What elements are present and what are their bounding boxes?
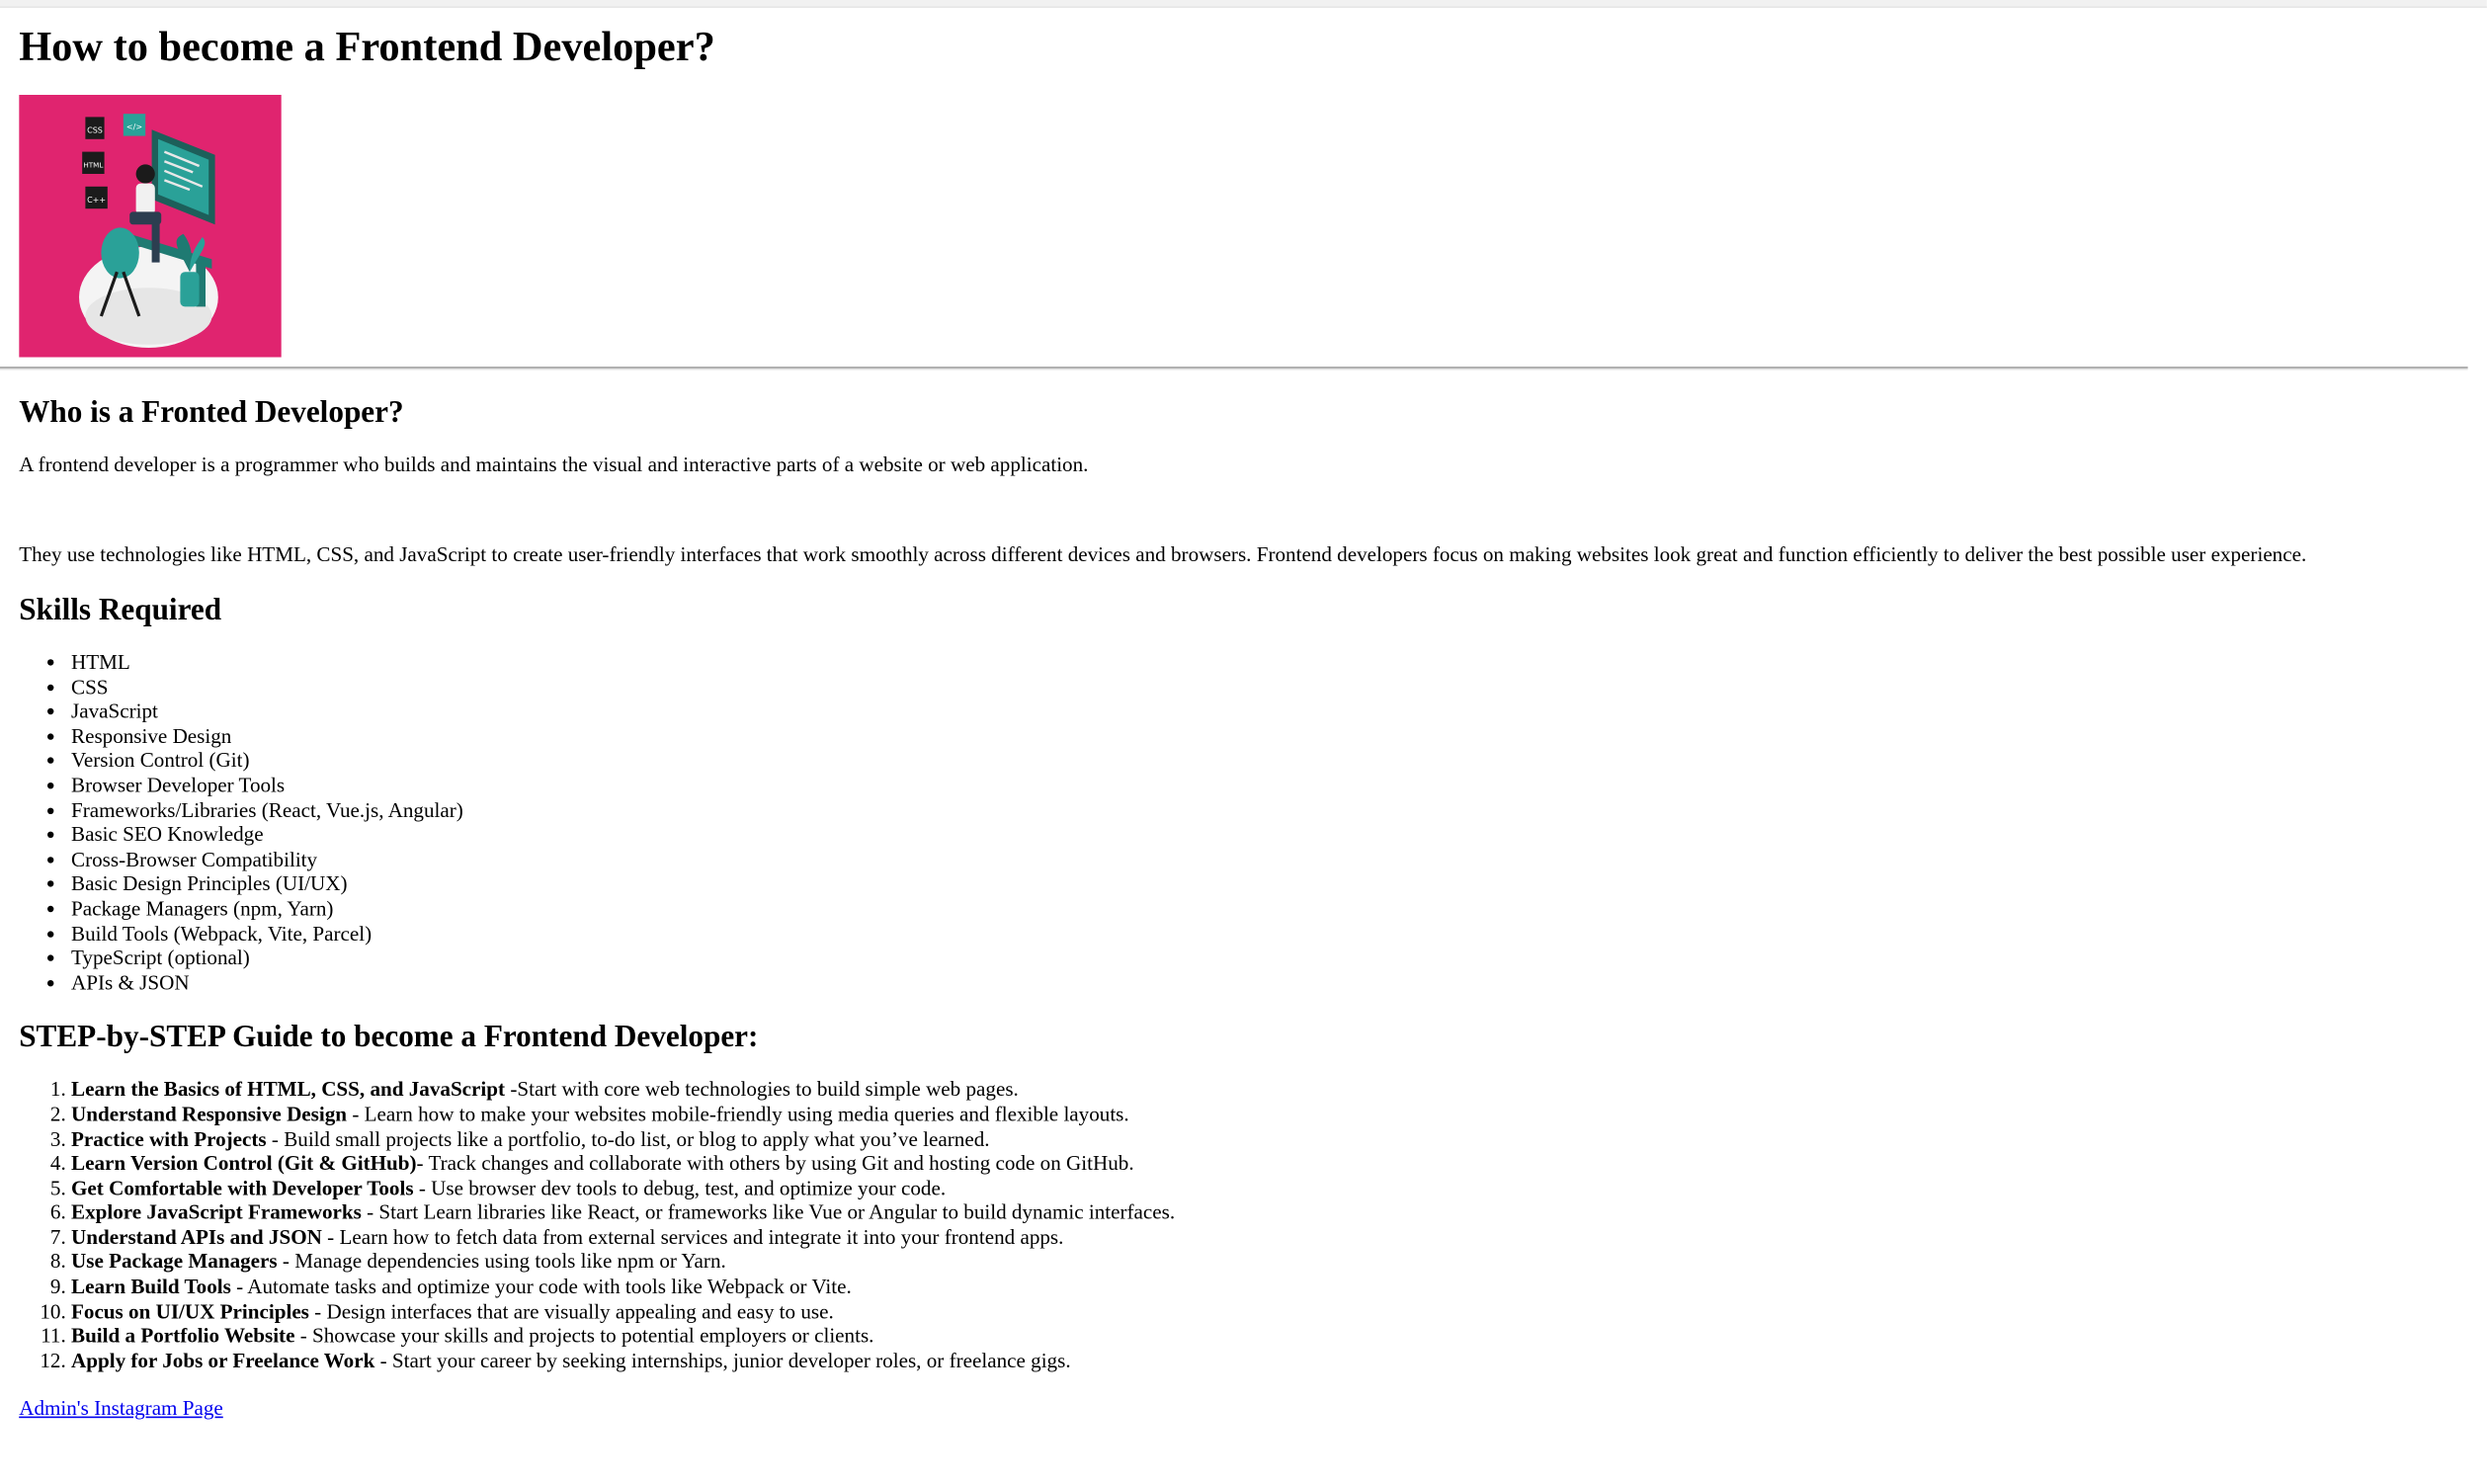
instagram-link[interactable]: Admin's Instagram Page — [19, 1397, 223, 1421]
step-text: - Design interfaces that are visually ap… — [308, 1298, 834, 1323]
page: How to become a Frontend Developer? CSS … — [0, 0, 2487, 1424]
code-badge-icon: </> — [123, 114, 146, 136]
step-text: -Start with core web technologies to bui… — [505, 1077, 1019, 1102]
step-title: Focus on UI/UX Principles — [71, 1298, 309, 1323]
guide-step: Apply for Jobs or Freelance Work - Start… — [71, 1349, 2487, 1373]
who-paragraph-2: They use technologies like HTML, CSS, an… — [19, 541, 2307, 566]
step-text: - Automate tasks and optimize your code … — [230, 1274, 852, 1298]
css-badge-icon: CSS — [85, 117, 105, 139]
step-title: Learn Version Control (Git & GitHub) — [71, 1150, 417, 1175]
skill-item: Frameworks/Libraries (React, Vue.js, Ang… — [71, 797, 2487, 822]
page-title: How to become a Frontend Developer? — [19, 22, 715, 70]
guide-step: Understand Responsive Design - Learn how… — [71, 1102, 2487, 1126]
step-title: Understand APIs and JSON — [71, 1224, 322, 1249]
step-title: Get Comfortable with Developer Tools — [71, 1175, 414, 1199]
step-text: - Manage dependencies using tools like n… — [277, 1249, 726, 1274]
step-title: Learn Build Tools — [71, 1274, 231, 1298]
step-title: Apply for Jobs or Freelance Work — [71, 1348, 375, 1372]
section-divider — [0, 367, 2468, 371]
skill-item: Responsive Design — [71, 723, 2487, 748]
frontend-developer-illustration-icon: CSS </> HTML C++ — [19, 95, 282, 358]
svg-text:HTML: HTML — [83, 161, 103, 170]
step-title: Explore JavaScript Frameworks — [71, 1199, 362, 1224]
step-text: - Learn how to fetch data from external … — [321, 1224, 1064, 1249]
guide-steps-list: Learn the Basics of HTML, CSS, and JavaS… — [19, 1077, 2487, 1372]
who-heading: Who is a Fronted Developer? — [19, 396, 404, 431]
step-text: - Start Learn libraries like React, or f… — [361, 1199, 1176, 1224]
svg-text:</>: </> — [126, 123, 142, 131]
guide-step: Learn Version Control (Git & GitHub)- Tr… — [71, 1151, 2487, 1176]
step-text: - Track changes and collaborate with oth… — [416, 1150, 1134, 1175]
html-badge-icon: HTML — [82, 151, 105, 174]
guide-step: Get Comfortable with Developer Tools - U… — [71, 1176, 2487, 1200]
skill-item: Version Control (Git) — [71, 748, 2487, 773]
browser-top-edge — [0, 0, 2487, 8]
step-title: Use Package Managers — [71, 1249, 278, 1274]
skill-item: Cross-Browser Compatibility — [71, 847, 2487, 871]
footer-links: Admin's Instagram Page — [19, 1395, 2487, 1424]
step-title: Build a Portfolio Website — [71, 1323, 295, 1348]
guide-step: Explore JavaScript Frameworks - Start Le… — [71, 1200, 2487, 1225]
step-text: - Showcase your skills and projects to p… — [294, 1323, 874, 1348]
main-content: How to become a Frontend Developer? CSS … — [0, 21, 2487, 358]
guide-step: Practice with Projects - Build small pro… — [71, 1126, 2487, 1151]
skill-item: APIs & JSON — [71, 970, 2487, 995]
guide-step: Learn Build Tools - Automate tasks and o… — [71, 1275, 2487, 1299]
skill-item: HTML — [71, 650, 2487, 675]
who-paragraph-1: A frontend developer is a programmer who… — [19, 452, 1089, 476]
svg-text:CSS: CSS — [87, 125, 103, 134]
skills-heading: Skills Required — [19, 594, 222, 628]
step-title: Practice with Projects — [71, 1126, 267, 1150]
cpp-badge-icon: C++ — [85, 186, 108, 209]
skill-item: CSS — [71, 675, 2487, 700]
step-text: - Start your career by seeking internshi… — [374, 1348, 1071, 1372]
guide-step: Focus on UI/UX Principles - Design inter… — [71, 1299, 2487, 1324]
guide-step: Build a Portfolio Website - Showcase you… — [71, 1324, 2487, 1349]
step-title: Learn the Basics of HTML, CSS, and JavaS… — [71, 1077, 506, 1102]
skills-list: HTML CSS JavaScript Responsive Design Ve… — [19, 650, 2487, 995]
skill-item: Build Tools (Webpack, Vite, Parcel) — [71, 921, 2487, 946]
article-body: Who is a Fronted Developer? A frontend d… — [0, 395, 2487, 1424]
guide-heading: STEP-by-STEP Guide to become a Frontend … — [19, 1022, 759, 1055]
skill-item: Basic Design Principles (UI/UX) — [71, 871, 2487, 896]
skill-item: TypeScript (optional) — [71, 946, 2487, 970]
step-title: Understand Responsive Design — [71, 1102, 348, 1126]
skill-item: JavaScript — [71, 700, 2487, 724]
skill-item: Basic SEO Knowledge — [71, 822, 2487, 847]
skill-item: Browser Developer Tools — [71, 773, 2487, 797]
svg-text:C++: C++ — [87, 196, 106, 205]
step-text: - Learn how to make your websites mobile… — [347, 1102, 1129, 1126]
guide-step: Use Package Managers - Manage dependenci… — [71, 1250, 2487, 1275]
guide-step: Learn the Basics of HTML, CSS, and JavaS… — [71, 1077, 2487, 1102]
step-text: - Build small projects like a portfolio,… — [266, 1126, 990, 1150]
step-text: - Use browser dev tools to debug, test, … — [413, 1175, 947, 1199]
skill-item: Package Managers (npm, Yarn) — [71, 896, 2487, 921]
guide-step: Understand APIs and JSON - Learn how to … — [71, 1225, 2487, 1250]
